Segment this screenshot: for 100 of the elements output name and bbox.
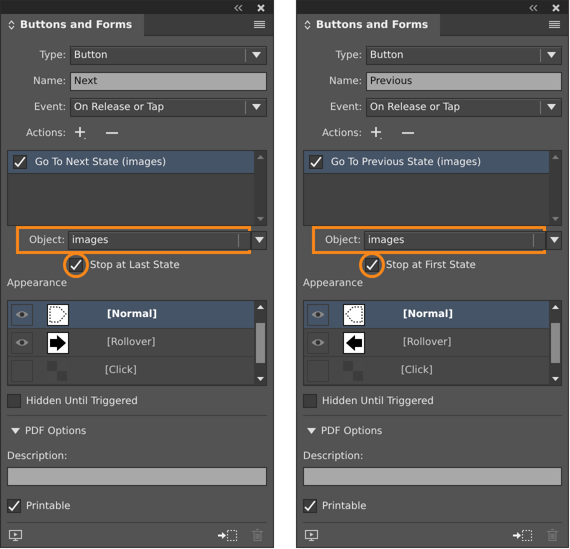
checkbox-label: Stop at First State bbox=[386, 260, 476, 270]
visibility-toggle[interactable] bbox=[11, 304, 33, 326]
field-label: Actions: bbox=[25, 128, 66, 138]
panel-tab[interactable]: Buttons and Forms bbox=[1, 14, 144, 36]
type-dropdown[interactable]: Button bbox=[366, 46, 562, 64]
panel-tab[interactable]: Buttons and Forms bbox=[297, 14, 440, 36]
visibility-toggle[interactable] bbox=[11, 332, 33, 354]
disclosure-triangle-icon bbox=[11, 428, 20, 434]
state-label: [Normal] bbox=[403, 309, 453, 320]
collapse-icon[interactable] bbox=[529, 4, 538, 10]
remove-action-icon[interactable] bbox=[106, 131, 118, 135]
checkbox[interactable] bbox=[303, 394, 317, 408]
field-label: Event: bbox=[32, 102, 66, 112]
eye-icon bbox=[311, 338, 325, 347]
panel-menu-icon[interactable] bbox=[254, 20, 265, 28]
caret-icon bbox=[550, 237, 558, 243]
action-item[interactable]: Go To Next State (images) bbox=[8, 151, 254, 174]
field-label: Description: bbox=[7, 450, 68, 464]
checkbox[interactable] bbox=[303, 499, 317, 513]
preview-icon[interactable] bbox=[9, 530, 22, 540]
field-label: Object: bbox=[28, 234, 65, 246]
state-row[interactable]: [Rollover] bbox=[8, 329, 254, 357]
checkbox[interactable] bbox=[69, 258, 83, 272]
field-label: Description: bbox=[303, 450, 364, 464]
object-dropdown[interactable]: images bbox=[364, 230, 546, 250]
scrollbar[interactable] bbox=[254, 301, 266, 385]
sort-arrows-icon[interactable] bbox=[304, 20, 311, 30]
caret-icon bbox=[252, 52, 261, 58]
checkbox-label: Printable bbox=[322, 500, 366, 512]
sort-arrows-icon[interactable] bbox=[8, 20, 15, 30]
checkbox[interactable] bbox=[309, 155, 323, 169]
state-label: [Click] bbox=[401, 365, 433, 376]
state-row[interactable]: [Normal] bbox=[304, 301, 549, 329]
state-row[interactable]: [Click] bbox=[8, 357, 254, 385]
field-label: Event: bbox=[328, 102, 362, 112]
action-label: Go To Previous State (images) bbox=[331, 156, 481, 168]
field-label: Actions: bbox=[321, 128, 362, 138]
section-label: Appearance bbox=[303, 278, 364, 291]
add-action-icon[interactable] bbox=[74, 126, 88, 140]
caret-icon bbox=[547, 104, 556, 110]
dropdown-arrow-button[interactable] bbox=[251, 230, 267, 250]
scrollbar[interactable] bbox=[549, 301, 561, 385]
name-field[interactable]: Previous bbox=[366, 72, 562, 90]
eye-icon bbox=[311, 310, 325, 319]
event-dropdown[interactable]: On Release or Tap bbox=[70, 98, 267, 116]
scroll-down-icon[interactable] bbox=[552, 377, 558, 381]
arrow-thumbnail bbox=[47, 332, 69, 354]
state-row[interactable]: [Rollover] bbox=[304, 329, 549, 357]
type-dropdown[interactable]: Button bbox=[70, 46, 267, 64]
scroll-thumb[interactable] bbox=[550, 323, 560, 363]
close-icon[interactable] bbox=[552, 4, 560, 12]
scroll-thumb[interactable] bbox=[256, 323, 264, 363]
panel-menu-icon[interactable] bbox=[549, 20, 560, 28]
object-dropdown[interactable]: images bbox=[68, 230, 251, 250]
action-label: Go To Next State (images) bbox=[35, 156, 166, 168]
field-label: Object: bbox=[324, 234, 361, 246]
state-thumbnail bbox=[343, 304, 365, 326]
state-row[interactable]: [Click] bbox=[304, 357, 549, 385]
scroll-down-icon[interactable] bbox=[256, 377, 264, 381]
event-dropdown[interactable]: On Release or Tap bbox=[366, 98, 562, 116]
checkbox[interactable] bbox=[7, 499, 21, 513]
state-thumbnail bbox=[47, 304, 69, 326]
section-label: Appearance bbox=[7, 278, 68, 291]
collapse-icon[interactable] bbox=[234, 4, 243, 10]
checkbox[interactable] bbox=[13, 155, 27, 169]
field-label: Name: bbox=[328, 76, 362, 86]
state-label: [Rollover] bbox=[403, 337, 452, 348]
pdf-options-toggle[interactable]: PDF Options bbox=[303, 416, 562, 446]
close-icon[interactable] bbox=[257, 4, 265, 12]
description-field[interactable] bbox=[303, 467, 562, 486]
field-label: Type: bbox=[334, 50, 362, 60]
convert-to-button-icon[interactable] bbox=[513, 528, 533, 542]
panel-title: Buttons and Forms bbox=[20, 19, 132, 31]
state-label: [Click] bbox=[105, 365, 137, 376]
checkbox-label: Hidden Until Triggered bbox=[322, 396, 434, 406]
remove-action-icon[interactable] bbox=[402, 131, 414, 135]
checkbox-label: Printable bbox=[26, 500, 70, 512]
checkbox-label: Stop at Last State bbox=[90, 260, 180, 270]
description-field[interactable] bbox=[7, 467, 267, 486]
action-item[interactable]: Go To Previous State (images) bbox=[304, 151, 549, 174]
add-action-icon[interactable] bbox=[370, 126, 384, 140]
state-label: [Normal] bbox=[107, 309, 157, 320]
field-label: Type: bbox=[38, 50, 66, 60]
caret-icon bbox=[254, 237, 264, 243]
visibility-toggle[interactable] bbox=[307, 332, 329, 354]
checkbox[interactable] bbox=[7, 394, 21, 408]
scroll-up-icon[interactable] bbox=[552, 305, 558, 309]
pdf-options-toggle[interactable]: PDF Options bbox=[7, 416, 267, 446]
caret-icon bbox=[547, 52, 556, 58]
eye-icon bbox=[15, 338, 29, 347]
scroll-up-icon[interactable] bbox=[256, 305, 264, 309]
preview-icon[interactable] bbox=[305, 530, 318, 540]
checkbox[interactable] bbox=[365, 258, 379, 272]
state-row[interactable]: [Normal] bbox=[8, 301, 254, 329]
checkbox-label: Hidden Until Triggered bbox=[26, 396, 138, 406]
convert-to-button-icon[interactable] bbox=[218, 528, 238, 542]
dropdown-arrow-button[interactable] bbox=[546, 230, 562, 250]
caret-icon bbox=[252, 104, 261, 110]
name-field[interactable]: Next bbox=[70, 72, 267, 90]
visibility-toggle[interactable] bbox=[307, 304, 329, 326]
